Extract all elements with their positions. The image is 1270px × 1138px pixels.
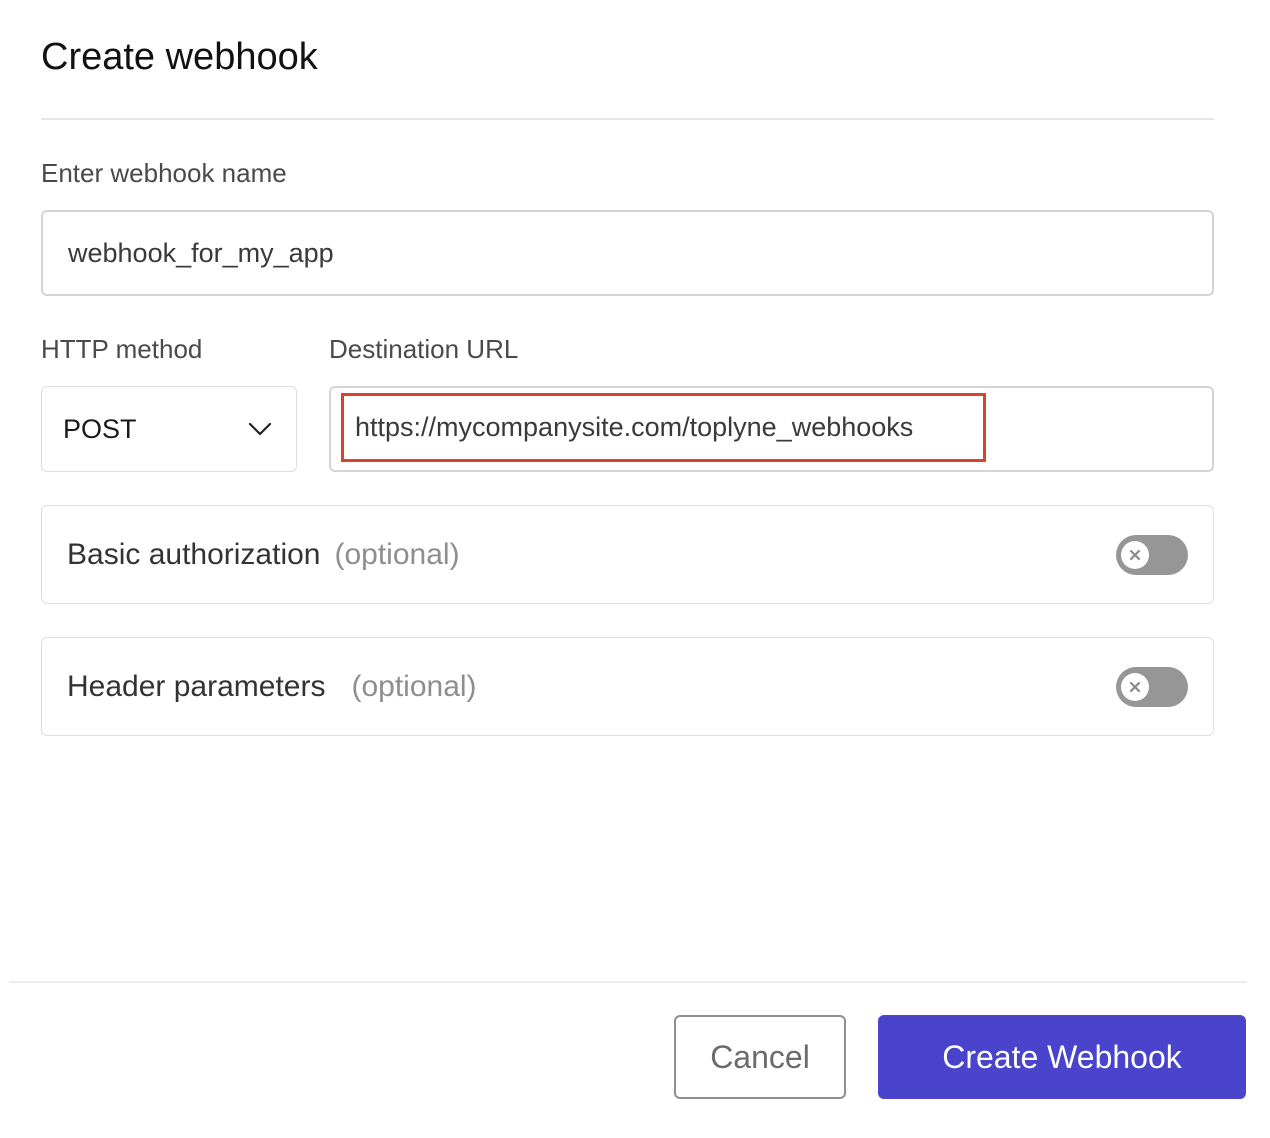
- dialog-title: Create webhook: [41, 36, 318, 78]
- basic-authorization-optional: (optional): [334, 538, 460, 571]
- close-icon: [1129, 549, 1141, 561]
- webhook-name-label: Enter webhook name: [41, 158, 287, 188]
- http-method-select[interactable]: POST: [41, 386, 297, 472]
- footer-divider: [9, 981, 1246, 983]
- create-webhook-dialog: Create webhook Enter webhook name webhoo…: [0, 0, 1270, 1138]
- basic-authorization-card: Basic authorization (optional): [41, 505, 1214, 604]
- header-parameters-toggle[interactable]: [1116, 667, 1188, 707]
- close-icon: [1129, 681, 1141, 693]
- basic-authorization-label: Basic authorization: [67, 538, 321, 571]
- webhook-name-value: webhook_for_my_app: [68, 237, 334, 268]
- destination-url-value: https://mycompanysite.com/toplyne_webhoo…: [355, 412, 914, 442]
- create-webhook-button[interactable]: Create Webhook: [878, 1015, 1246, 1099]
- http-method-value: POST: [63, 413, 137, 444]
- destination-url-label: Destination URL: [329, 334, 519, 364]
- chevron-down-icon: [248, 422, 272, 436]
- toggle-knob: [1121, 541, 1149, 569]
- header-parameters-optional: (optional): [351, 670, 477, 703]
- toggle-knob: [1121, 673, 1149, 701]
- header-parameters-card: Header parameters (optional): [41, 637, 1214, 736]
- cancel-button[interactable]: Cancel: [674, 1015, 846, 1099]
- webhook-name-input[interactable]: webhook_for_my_app: [41, 210, 1214, 296]
- basic-authorization-toggle[interactable]: [1116, 535, 1188, 575]
- http-method-label: HTTP method: [41, 334, 203, 364]
- basic-authorization-title: Basic authorization (optional): [67, 538, 460, 572]
- title-divider: [41, 118, 1214, 120]
- header-parameters-title: Header parameters (optional): [67, 670, 477, 704]
- header-parameters-label: Header parameters: [67, 670, 326, 703]
